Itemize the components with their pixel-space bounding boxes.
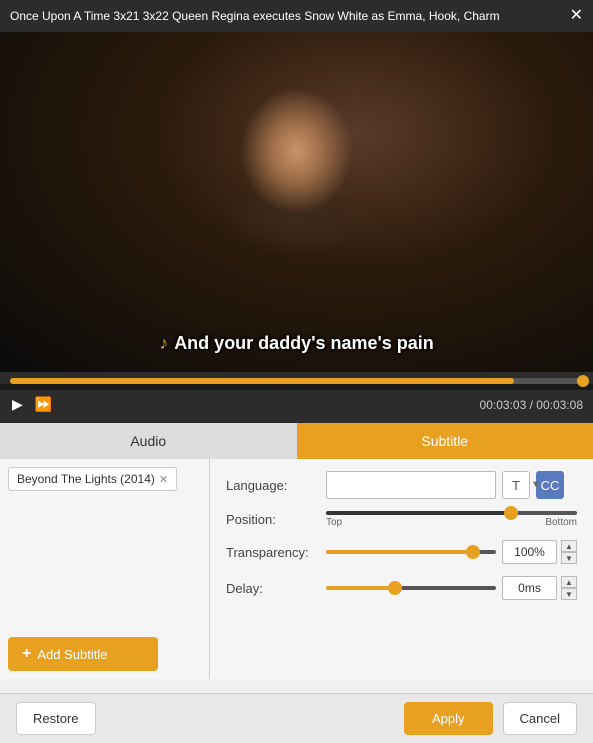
cc-icon: CC — [541, 478, 560, 493]
delay-row: Delay: ▲ ▼ — [226, 576, 577, 600]
transparency-slider[interactable] — [326, 550, 496, 554]
bottom-bar: Restore Apply Cancel — [0, 693, 593, 743]
time-display: 00:03:03 / 00:03:08 — [480, 398, 583, 412]
title-bar: Once Upon A Time 3x21 3x22 Queen Regina … — [0, 0, 593, 32]
position-top-label: Top — [326, 517, 342, 528]
tab-audio[interactable]: Audio — [0, 423, 297, 459]
panel-content: Beyond The Lights (2014) ✕ + Add Subtitl… — [0, 459, 593, 679]
transparency-label: Transparency: — [226, 545, 326, 560]
panel-area: Audio Subtitle Beyond The Lights (2014) … — [0, 423, 593, 693]
delay-up[interactable]: ▲ — [561, 576, 577, 588]
subtitle-content: And your daddy's name's pain — [174, 333, 434, 353]
transparency-input[interactable] — [502, 540, 557, 564]
transparency-up[interactable]: ▲ — [561, 540, 577, 552]
language-control: ▼ T CC — [326, 471, 577, 499]
text-icon: T — [512, 478, 520, 493]
transparency-row: Transparency: ▲ ▼ — [226, 540, 577, 564]
progress-bar-thumb[interactable] — [577, 375, 589, 387]
close-button[interactable]: ✕ — [570, 8, 583, 24]
video-overlay — [0, 32, 593, 372]
position-label: Position: — [226, 512, 326, 527]
cancel-button[interactable]: Cancel — [503, 702, 577, 735]
controls-left: ▶ ⏩ — [10, 394, 54, 415]
transparency-control: ▲ ▼ — [326, 540, 577, 564]
position-slider[interactable] — [326, 511, 577, 515]
delay-slider[interactable] — [326, 586, 496, 590]
transparency-arrows: ▲ ▼ — [561, 540, 577, 564]
transparency-spinner-wrap: ▲ ▼ — [502, 540, 577, 564]
total-time: 00:03:08 — [536, 398, 583, 412]
text-style-button[interactable]: T — [502, 471, 530, 499]
window-title: Once Upon A Time 3x21 3x22 Queen Regina … — [10, 9, 500, 23]
delay-spinner-wrap: ▲ ▼ — [502, 576, 577, 600]
current-time: 00:03:03 — [480, 398, 527, 412]
delay-down[interactable]: ▼ — [561, 588, 577, 600]
position-bottom-label: Bottom — [545, 517, 577, 528]
language-row: Language: ▼ T CC — [226, 471, 577, 499]
add-icon: + — [22, 645, 31, 663]
progress-area — [0, 372, 593, 384]
right-buttons: Apply Cancel — [404, 702, 577, 735]
restore-button[interactable]: Restore — [16, 702, 96, 735]
cc-button[interactable]: CC — [536, 471, 564, 499]
subtitle-display: ♪ And your daddy's name's pain — [159, 333, 434, 354]
play-button[interactable]: ▶ — [10, 394, 25, 415]
audio-tag: Beyond The Lights (2014) ✕ — [8, 467, 177, 491]
audio-panel: Beyond The Lights (2014) ✕ + Add Subtitl… — [0, 459, 210, 679]
delay-input[interactable] — [502, 576, 557, 600]
add-subtitle-button[interactable]: + Add Subtitle — [8, 637, 158, 671]
position-control: Top Bottom — [326, 511, 577, 528]
apply-button[interactable]: Apply — [404, 702, 493, 735]
audio-tag-close[interactable]: ✕ — [159, 473, 168, 486]
player-controls: ▶ ⏩ 00:03:03 / 00:03:08 — [0, 390, 593, 423]
language-select[interactable] — [326, 471, 496, 499]
position-labels: Top Bottom — [326, 517, 577, 528]
delay-label: Delay: — [226, 581, 326, 596]
delay-arrows: ▲ ▼ — [561, 576, 577, 600]
progress-bar-fill — [10, 378, 514, 384]
video-player: ♪ And your daddy's name's pain — [0, 32, 593, 372]
tab-subtitle[interactable]: Subtitle — [297, 423, 593, 459]
tabs: Audio Subtitle — [0, 423, 593, 459]
language-label: Language: — [226, 478, 326, 493]
transparency-down[interactable]: ▼ — [561, 552, 577, 564]
subtitle-note: ♪ — [159, 333, 168, 353]
fast-forward-button[interactable]: ⏩ — [33, 394, 54, 415]
audio-tag-label: Beyond The Lights (2014) — [17, 472, 155, 486]
progress-bar-track[interactable] — [10, 378, 583, 384]
delay-control: ▲ ▼ — [326, 576, 577, 600]
subtitle-panel: Language: ▼ T CC Position: — [210, 459, 593, 679]
position-row: Position: Top Bottom — [226, 511, 577, 528]
add-subtitle-label: Add Subtitle — [37, 647, 107, 662]
